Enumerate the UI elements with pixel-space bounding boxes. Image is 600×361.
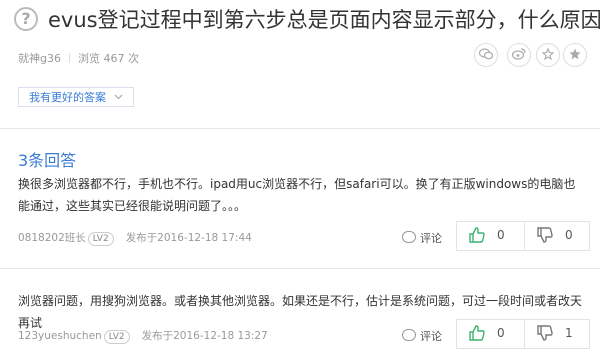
- section-divider: [0, 128, 600, 129]
- vote-box: 0 1: [456, 319, 590, 349]
- comment-button[interactable]: 评论: [402, 328, 442, 344]
- better-answer-label: 我有更好的答案: [29, 91, 106, 104]
- better-answer-button[interactable]: 我有更好的答案: [18, 87, 134, 107]
- question-views: 浏览 467 次: [77, 52, 139, 65]
- chevron-down-icon: [114, 94, 122, 100]
- thumbs-up-icon: [469, 227, 485, 243]
- dislike-count: 0: [565, 228, 573, 242]
- answer-divider: [0, 268, 600, 269]
- dislike-count: 1: [565, 326, 573, 340]
- comment-icon: [402, 329, 416, 341]
- answer-meta: 0818202班长 LV2 发布于2016-12-18 17:44: [18, 230, 252, 246]
- answer-date: 发布于2016-12-18 17:44: [125, 232, 252, 244]
- weibo-icon[interactable]: [507, 43, 531, 67]
- comment-icon: [402, 231, 416, 243]
- comment-button[interactable]: 评论: [402, 230, 442, 246]
- question-title: evus登记过程中到第六步总是页面内容显示部分，什么原因: [48, 8, 600, 32]
- answers-count: 3条回答: [18, 151, 77, 170]
- thumbs-up-icon: [469, 325, 485, 341]
- wechat-icon[interactable]: [474, 43, 498, 67]
- like-count: 0: [497, 228, 505, 242]
- dislike-button[interactable]: 1: [524, 320, 591, 348]
- dislike-button[interactable]: 0: [524, 222, 591, 250]
- question-author[interactable]: 就神g36: [18, 52, 61, 65]
- thumbs-down-icon: [537, 325, 553, 341]
- star-icon[interactable]: [563, 43, 587, 67]
- comment-label: 评论: [420, 232, 442, 245]
- like-count: 0: [497, 326, 505, 340]
- like-button[interactable]: 0: [457, 320, 523, 348]
- answer-text: 换很多浏览器都不行，手机也不行。ipad用uc浏览器不行，但safari可以。换…: [18, 177, 576, 213]
- question-circle-icon: ?: [14, 7, 38, 31]
- meta-divider: [68, 53, 70, 63]
- question-meta: 就神g36 浏览 467 次: [18, 50, 139, 66]
- question-header: ? evus登记过程中到第六步总是页面内容显示部分，什么原因: [0, 0, 600, 40]
- answer-user[interactable]: 0818202班长: [18, 232, 86, 244]
- vote-box: 0 0: [456, 221, 590, 251]
- qzone-icon[interactable]: [536, 43, 560, 67]
- answer-meta: 123yueshuchen LV2 发布于2016-12-18 13:27: [18, 328, 268, 344]
- like-button[interactable]: 0: [457, 222, 523, 250]
- answer-user[interactable]: 123yueshuchen: [18, 330, 102, 342]
- thumbs-down-icon: [537, 227, 553, 243]
- answer-date: 发布于2016-12-18 13:27: [141, 330, 268, 342]
- comment-label: 评论: [420, 330, 442, 343]
- level-badge: LV2: [103, 330, 130, 344]
- level-badge: LV2: [87, 232, 114, 246]
